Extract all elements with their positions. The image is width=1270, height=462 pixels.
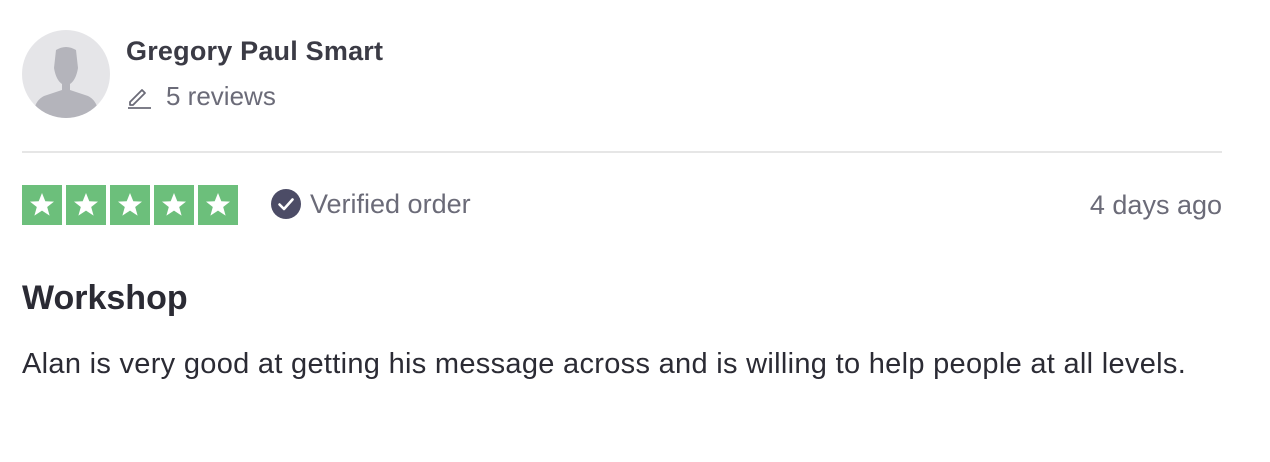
star-rating <box>22 185 238 225</box>
verified-badge[interactable]: Verified order <box>270 188 471 220</box>
avatar[interactable] <box>22 30 110 118</box>
review-card: Gregory Paul Smart 5 reviews Verified or… <box>0 0 1270 462</box>
person-silhouette-icon <box>34 47 98 118</box>
review-text: Alan is very good at getting his message… <box>22 348 1187 380</box>
consumer-info: Gregory Paul Smart 5 reviews <box>22 30 383 118</box>
star-icon <box>198 185 238 225</box>
review-title[interactable]: Workshop <box>22 277 188 319</box>
review-date: 4 days ago <box>1089 190 1222 220</box>
star-icon <box>110 185 150 225</box>
pencil-icon <box>126 83 152 109</box>
verified-label: Verified order <box>310 188 471 219</box>
consumer-name[interactable]: Gregory Paul Smart <box>126 34 383 68</box>
check-circle-icon <box>270 188 302 220</box>
star-icon <box>22 185 62 225</box>
reviews-count-label: 5 reviews <box>166 81 276 111</box>
star-icon <box>154 185 194 225</box>
reviews-count: 5 reviews <box>126 80 383 112</box>
divider <box>22 151 1222 153</box>
rating-row: Verified order 4 days ago <box>22 185 1222 225</box>
star-icon <box>66 185 106 225</box>
